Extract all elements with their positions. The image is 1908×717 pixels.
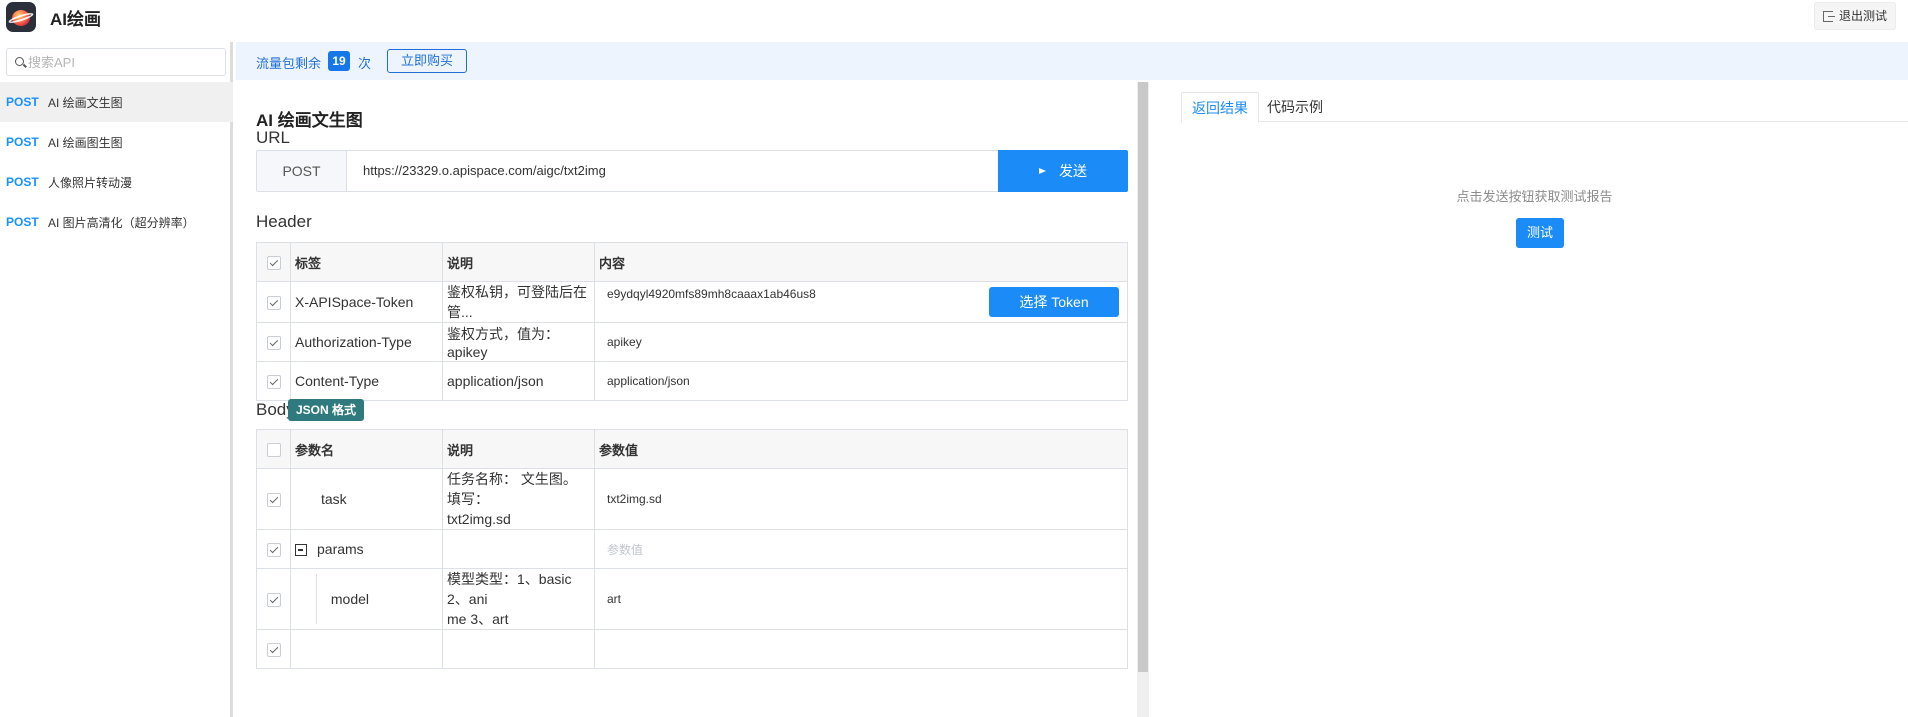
header-desc: 鉴权私钥，可登陆后在管... [442,281,595,323]
logout-icon [1822,11,1835,22]
header-table: 标签 说明 内容 X-APISpace-Token 鉴权私钥，可登陆后在管...… [256,242,1128,401]
tab-code-sample[interactable]: 代码示例 [1257,92,1333,123]
param-desc: 任务名称： 文生图。填写： txt2img.sd [442,468,595,530]
param-name: task [290,468,443,530]
api-label: AI 绘画文生图 [48,95,123,110]
logout-button[interactable]: 退出测试 [1813,2,1896,30]
table-row: X-APISpace-Token 鉴权私钥，可登陆后在管... e9ydqyl4… [256,281,1128,323]
body-table: 参数名 说明 参数值 task 任务名称： 文生图。填写： txt2img.sd… [256,429,1128,669]
result-tabs: 返回结果 代码示例 [1181,92,1908,123]
tree-indent-guide [291,574,317,624]
send-button[interactable]: 发送 [998,150,1128,192]
http-method: POST [257,151,347,191]
url-field[interactable]: https://23329.o.apispace.com/aigc/txt2im… [347,151,999,191]
url-bar: POST https://23329.o.apispace.com/aigc/t… [256,150,1128,192]
param-value-input[interactable]: 参数值 [594,529,1128,569]
param-value-placeholder: 参数值 [607,542,644,557]
row-checkbox[interactable] [266,375,281,390]
header-section-title: Header [256,212,312,231]
select-all-checkbox[interactable] [266,255,281,270]
empty-result-hint: 点击发送按钮获取测试报告 [1456,189,1613,204]
row-checkbox[interactable] [266,296,281,311]
method-label: POST [6,135,39,149]
send-icon [1039,166,1049,176]
header-value-input[interactable]: application/json [594,361,1128,401]
sidebar-item-txt2img[interactable]: POST AI 绘画文生图 [0,82,233,122]
method-label: POST [6,215,39,229]
result-panel: 返回结果 代码示例 点击发送按钮获取测试报告 测试 [1161,80,1908,717]
quota-unit: 次 [358,56,372,71]
header-value-input[interactable]: apikey [594,322,1128,362]
param-desc [442,529,595,569]
param-name: params [317,541,364,557]
table-header-row: 标签 说明 内容 [256,242,1128,282]
select-token-button[interactable]: 选择 Token [989,287,1119,317]
header-key: Content-Type [290,361,443,401]
header-value-input[interactable]: e9ydqyl4920mfs89mh8caaax1ab46us8 [607,287,816,301]
sidebar-item-portrait-anime[interactable]: POST 人像照片转动漫 [0,162,233,202]
table-row: task 任务名称： 文生图。填写： txt2img.sd txt2img.sd [256,468,1128,530]
search-icon [15,57,24,66]
header-desc: 鉴权方式，值为：apikey [442,322,595,362]
sidebar-item-super-resolution[interactable]: POST AI 图片高清化（超分辨率） [0,202,233,242]
column-header: 参数名 [290,429,443,469]
api-list: POST AI 绘画文生图 POST AI 绘画图生图 POST 人像照片转动漫… [0,82,233,242]
sidebar: POST AI 绘画文生图 POST AI 绘画图生图 POST 人像照片转动漫… [0,42,233,717]
table-row [256,629,1128,669]
row-checkbox[interactable] [266,543,281,558]
send-label: 发送 [1059,163,1087,179]
param-desc-line: txt2img.sd [447,511,511,527]
column-header: 说明 [442,429,595,469]
table-row: params 参数值 [256,529,1128,569]
json-format-badge: JSON 格式 [288,399,365,421]
logout-label: 退出测试 [1838,9,1887,23]
header-key: Authorization-Type [290,322,443,362]
method-label: POST [6,95,39,109]
api-label: AI 绘画图生图 [48,135,123,150]
sidebar-item-img2img[interactable]: POST AI 绘画图生图 [0,122,233,162]
param-desc: 模型类型：1、basic 2、ani me 3、art [442,568,595,630]
row-checkbox[interactable] [266,643,281,658]
param-name: model [330,591,370,607]
table-row: Authorization-Type 鉴权方式，值为：apikey apikey [256,322,1128,362]
collapse-icon[interactable] [295,544,307,557]
quota-bar: 流量包剩余 19 次 立即购买 [236,42,1908,80]
row-checkbox[interactable] [266,336,281,351]
select-all-checkbox[interactable] [266,442,281,457]
app-title: AI绘画 [50,10,101,29]
table-row: Content-Type application/json applicatio… [256,361,1128,401]
quota-prefix: 流量包剩余 [256,56,322,71]
header-key: X-APISpace-Token [290,281,443,323]
app-logo [6,2,36,32]
row-checkbox[interactable] [266,493,281,508]
method-label: POST [6,175,39,189]
table-header-row: 参数名 说明 参数值 [256,429,1128,469]
url-section-title: URL [256,128,291,147]
param-desc-line: me 3、art [447,611,509,627]
table-row: model 模型类型：1、basic 2、ani me 3、art art [256,568,1128,630]
column-header: 标签 [290,242,443,282]
test-button[interactable]: 测试 [1516,218,1564,248]
scrollbar-thumb[interactable] [1138,82,1148,672]
header-desc: application/json [442,361,595,401]
param-value-input[interactable]: txt2img.sd [594,468,1128,530]
quota-count-badge: 19 [328,51,350,71]
param-desc-line: 模型类型：1、basic 2、ani [447,571,572,607]
api-detail-panel: AI 绘画文生图 URL POST https://23329.o.apispa… [236,80,1149,717]
api-search[interactable] [6,48,226,76]
top-bar: AI绘画 退出测试 [0,0,1908,42]
search-input[interactable] [28,52,218,72]
column-header: 参数值 [594,429,1128,469]
api-label: 人像照片转动漫 [48,175,133,190]
param-desc-line: 任务名称： 文生图。填写： [447,471,577,507]
param-value-input[interactable]: art [594,568,1128,630]
main-scrollbar[interactable] [1137,82,1149,717]
row-checkbox[interactable] [266,593,281,608]
column-header: 内容 [594,242,1128,282]
column-header: 说明 [442,242,595,282]
buy-now-button[interactable]: 立即购买 [387,49,467,73]
tab-response[interactable]: 返回结果 [1181,92,1259,123]
api-label: AI 图片高清化（超分辨率） [48,215,195,230]
